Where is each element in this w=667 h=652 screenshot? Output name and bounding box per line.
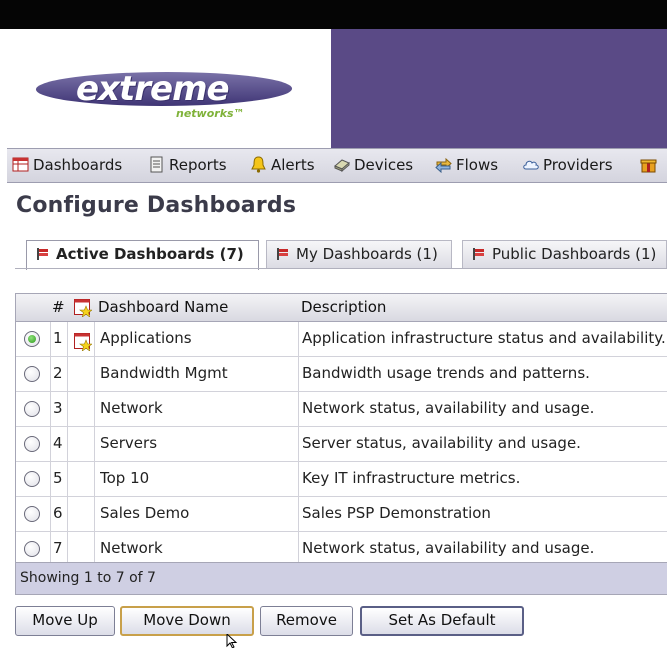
row-default-cell: [73, 322, 93, 356]
row-dashboard-name: Top 10: [100, 469, 150, 487]
nav-providers-label: Providers: [543, 156, 613, 174]
row-dashboard-name: Network: [100, 399, 163, 417]
nav-devices-label: Devices: [354, 156, 414, 174]
nav-dashboards-label: Dashboards: [33, 156, 123, 174]
tab-public-dashboards-label: Public Dashboards (1): [492, 245, 657, 263]
dashboard-flag-icon: [37, 242, 48, 260]
tab-my-dashboards-label: My Dashboards (1): [296, 245, 438, 263]
nav-more[interactable]: [640, 149, 661, 182]
table-row[interactable]: 6 Sales Demo Sales PSP Demonstration: [16, 497, 667, 532]
row-dashboard-name: Servers: [100, 434, 158, 452]
row-description: Server status, availability and usage.: [302, 434, 581, 452]
nav-dashboards[interactable]: Dashboards: [12, 149, 122, 182]
nav-alerts[interactable]: Alerts: [250, 149, 315, 182]
gift-icon: [640, 152, 657, 173]
row-select-radio[interactable]: [24, 541, 40, 557]
row-number: 1: [53, 329, 63, 347]
report-icon: [148, 152, 165, 173]
move-down-button[interactable]: Move Down: [120, 606, 254, 636]
top-black-bar: [0, 0, 667, 29]
device-icon: [333, 152, 350, 173]
nav-flows[interactable]: Flows: [435, 149, 498, 182]
nav-devices[interactable]: Devices: [333, 149, 413, 182]
table-row[interactable]: 5 Top 10 Key IT infrastructure metrics.: [16, 462, 667, 497]
row-number: 5: [53, 469, 63, 487]
row-dashboard-name: Bandwidth Mgmt: [100, 364, 228, 382]
row-dashboard-name: Applications: [100, 329, 192, 347]
row-number: 2: [53, 364, 63, 382]
row-select-radio[interactable]: [24, 366, 40, 382]
logo-word: extreme: [76, 69, 230, 109]
table-row[interactable]: 3 Network Network status, availability a…: [16, 392, 667, 427]
tab-active-dashboards[interactable]: Active Dashboards (7): [26, 240, 259, 270]
row-dashboard-name: Network: [100, 539, 163, 557]
table-row[interactable]: 4 Servers Server status, availability an…: [16, 427, 667, 462]
row-select-radio[interactable]: [24, 401, 40, 417]
flows-icon: [435, 152, 452, 174]
mouse-cursor-icon: [226, 632, 238, 649]
dashboards-table: # Dashboard Name Description 1 Applicati…: [15, 293, 667, 595]
row-select-radio[interactable]: [24, 331, 40, 347]
row-select-radio[interactable]: [24, 471, 40, 487]
column-header-description[interactable]: Description: [301, 294, 386, 321]
remove-button[interactable]: Remove: [260, 606, 353, 636]
table-row[interactable]: 2 Bandwidth Mgmt Bandwidth usage trends …: [16, 357, 667, 392]
nav-reports-label: Reports: [169, 156, 227, 174]
nav-alerts-label: Alerts: [271, 156, 315, 174]
move-up-button[interactable]: Move Up: [15, 606, 115, 636]
row-description: Sales PSP Demonstration: [302, 504, 491, 522]
table-row[interactable]: 1 Applications Application infrastructur…: [16, 322, 667, 357]
set-as-default-button[interactable]: Set As Default: [360, 606, 524, 636]
row-description: Key IT infrastructure metrics.: [302, 469, 521, 487]
nav-flows-label: Flows: [456, 156, 499, 174]
dashboard-icon: [12, 152, 29, 172]
nav-reports[interactable]: Reports: [148, 149, 227, 182]
logo-subtitle: networks™: [176, 107, 245, 120]
row-select-radio[interactable]: [24, 436, 40, 452]
default-dashboard-icon: [74, 330, 93, 356]
row-number: 7: [53, 539, 63, 557]
table-footer-status: Showing 1 to 7 of 7: [16, 562, 667, 594]
row-select-radio[interactable]: [24, 506, 40, 522]
dashboard-flag-icon: [473, 242, 484, 260]
column-header-dashboard-name[interactable]: Dashboard Name: [98, 294, 228, 321]
row-dashboard-name: Sales Demo: [100, 504, 190, 522]
tab-divider: [15, 268, 667, 269]
row-number: 3: [53, 399, 63, 417]
tab-public-dashboards[interactable]: Public Dashboards (1): [462, 240, 667, 268]
header-banner: [331, 29, 667, 148]
row-description: Network status, availability and usage.: [302, 539, 595, 557]
extreme-networks-logo: extreme networks™: [33, 68, 295, 124]
column-header-number[interactable]: #: [52, 294, 66, 321]
nav-providers[interactable]: Providers: [522, 149, 613, 182]
row-description: Bandwidth usage trends and patterns.: [302, 364, 590, 382]
row-number: 6: [53, 504, 63, 522]
tab-active-dashboards-label: Active Dashboards (7): [56, 245, 244, 263]
row-number: 4: [53, 434, 63, 452]
row-description: Network status, availability and usage.: [302, 399, 595, 417]
column-header-default[interactable]: [73, 294, 95, 321]
dashboard-flag-icon: [277, 242, 288, 260]
row-description: Application infrastructure status and av…: [302, 329, 666, 347]
page-title: Configure Dashboards: [16, 193, 297, 218]
left-edge: [0, 29, 7, 647]
alert-bell-icon: [250, 152, 267, 173]
tab-my-dashboards[interactable]: My Dashboards (1): [266, 240, 452, 268]
main-nav: Dashboards Reports Alerts Devices Flows …: [7, 148, 667, 183]
table-header: # Dashboard Name Description: [16, 294, 667, 322]
provider-cloud-icon: [522, 152, 539, 170]
